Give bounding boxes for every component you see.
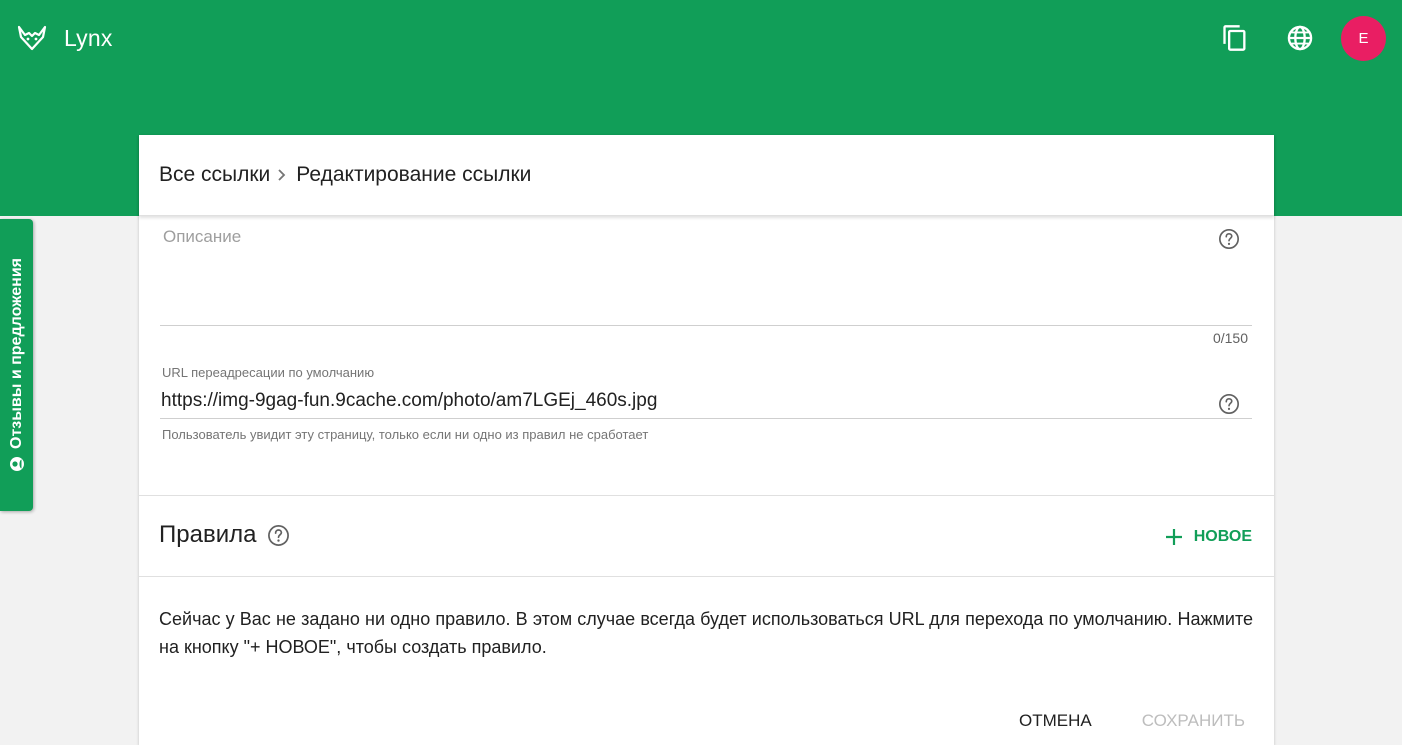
- copy-button[interactable]: [1211, 14, 1259, 62]
- cancel-button[interactable]: ОТМЕНА: [1019, 711, 1092, 731]
- redirect-url-field[interactable]: https://img-9gag-fun.9cache.com/photo/am…: [160, 385, 1252, 419]
- redirect-url-label: URL переадресации по умолчанию: [162, 365, 375, 380]
- globe-icon: [1287, 25, 1313, 51]
- avatar[interactable]: E: [1341, 15, 1386, 61]
- help-icon[interactable]: [267, 524, 290, 547]
- language-button[interactable]: [1276, 14, 1324, 62]
- save-button[interactable]: СОХРАНИТЬ: [1142, 711, 1245, 731]
- breadcrumb-all-links[interactable]: Все ссылки: [159, 163, 270, 187]
- feedback-tab[interactable]: Отзывы и предложения: [0, 219, 33, 511]
- rules-heading: Правила: [159, 521, 290, 549]
- feedback-tab-content: Отзывы и предложения: [8, 258, 26, 472]
- new-rule-label: НОВОЕ: [1193, 528, 1252, 545]
- chevron-right-icon: [276, 167, 288, 183]
- feedback-label: Отзывы и предложения: [7, 258, 25, 449]
- redirect-url-value[interactable]: https://img-9gag-fun.9cache.com/photo/am…: [161, 390, 657, 412]
- rules-title: Правила: [159, 521, 257, 548]
- rules-empty-message: Сейчас у Вас не задано ни одно правило. …: [159, 609, 1253, 657]
- top-actions: E: [1211, 14, 1386, 62]
- new-rule-button[interactable]: НОВОЕ: [1165, 521, 1252, 553]
- breadcrumb-current: Редактирование ссылки: [296, 163, 532, 186]
- description-counter: 0/150: [1212, 330, 1248, 346]
- feedback-icon: [9, 457, 24, 471]
- breadcrumb: Все ссылки Редактирование ссылки: [139, 135, 1274, 216]
- brand[interactable]: Lynx: [16, 20, 113, 56]
- edit-link-card: Все ссылки Редактирование ссылки Описани…: [139, 135, 1274, 745]
- help-icon[interactable]: [1218, 228, 1240, 250]
- redirect-url-hint: Пользователь увидит эту страницу, только…: [162, 427, 649, 442]
- lynx-logo-icon: [17, 25, 47, 51]
- help-icon[interactable]: [1218, 393, 1240, 415]
- description-placeholder: Описание: [163, 227, 242, 246]
- description-field[interactable]: Описание: [160, 227, 1252, 326]
- plus-icon: [1165, 529, 1182, 545]
- copy-icon: [1223, 25, 1246, 51]
- section-divider: [139, 576, 1274, 577]
- section-divider: [139, 495, 1274, 496]
- form-actions: ОТМЕНА СОХРАНИТЬ: [1019, 711, 1245, 731]
- app-name: Lynx: [64, 24, 113, 51]
